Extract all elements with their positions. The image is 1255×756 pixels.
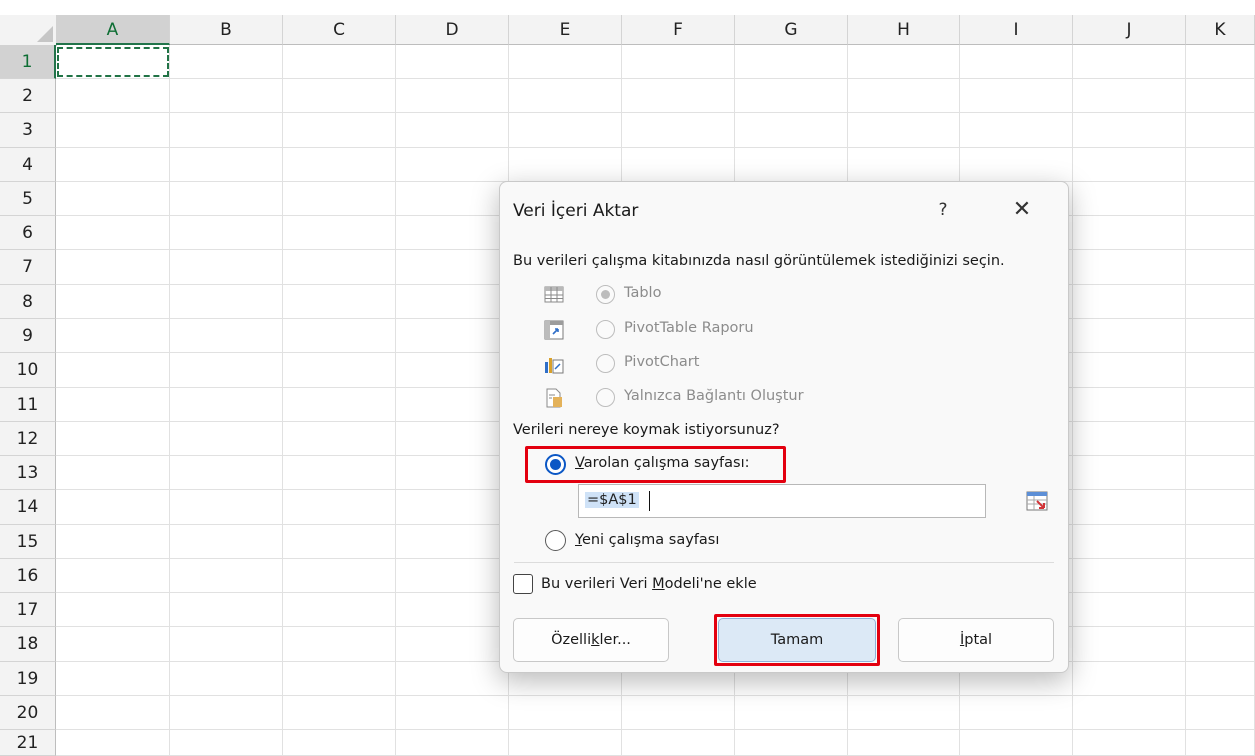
row-header-7[interactable]: 7 <box>0 250 56 285</box>
row-header-18[interactable]: 18 <box>0 627 56 662</box>
new-sheet-label: Yeni çalışma sayfası <box>575 532 720 548</box>
row-header-12[interactable]: 12 <box>0 422 56 456</box>
properties-button[interactable]: Özellikler... <box>513 618 669 662</box>
column-gridline <box>1072 45 1073 756</box>
data-model-label: Bu verileri Veri Modeli'ne ekle <box>541 576 757 592</box>
row-header-3[interactable]: 3 <box>0 113 56 148</box>
option-pivotchart: PivotChart <box>544 352 824 376</box>
option-connection-only: Yalnızca Bağlantı Oluştur <box>544 386 864 410</box>
close-button[interactable]: ✕ <box>1008 196 1036 224</box>
row-gridline <box>56 112 1255 113</box>
column-gridline <box>282 45 283 756</box>
row-header-8[interactable]: 8 <box>0 285 56 319</box>
active-cell-a1[interactable] <box>57 47 169 77</box>
range-input-value: =$A$1 <box>585 492 639 508</box>
row-gridline <box>56 729 1255 730</box>
column-header-c[interactable]: C <box>283 15 396 45</box>
pivotchart-label: PivotChart <box>624 354 700 370</box>
row-header-5[interactable]: 5 <box>0 182 56 216</box>
range-input[interactable]: =$A$1 <box>578 484 1048 518</box>
column-header-e[interactable]: E <box>509 15 622 45</box>
location-prompt-label: Verileri nereye koymak istiyorsunuz? <box>513 422 780 438</box>
row-header-21[interactable]: 21 <box>0 730 56 756</box>
highlight-frame-existing-sheet <box>525 446 786 483</box>
tablo-label: Tablo <box>624 285 662 301</box>
column-header-d[interactable]: D <box>396 15 509 45</box>
row-header-19[interactable]: 19 <box>0 662 56 696</box>
column-header-g[interactable]: G <box>735 15 848 45</box>
connection-only-icon <box>546 388 562 408</box>
row-gridline <box>56 78 1255 79</box>
table-icon <box>544 286 564 303</box>
row-header-1[interactable]: 1 <box>0 45 56 79</box>
row-header-17[interactable]: 17 <box>0 593 56 627</box>
pivottable-icon <box>544 320 564 340</box>
connection-only-label: Yalnızca Bağlantı Oluştur <box>624 388 804 404</box>
pivotchart-icon <box>545 358 564 374</box>
column-gridline <box>1185 45 1186 756</box>
select-all-corner[interactable] <box>0 15 57 46</box>
separator <box>514 562 1054 563</box>
column-header-k[interactable]: K <box>1186 15 1255 45</box>
view-prompt-label: Bu verileri çalışma kitabınızda nasıl gö… <box>513 253 1005 269</box>
highlight-frame-ok-button <box>714 614 880 666</box>
pivottable-label: PivotTable Raporu <box>624 320 754 336</box>
column-gridline <box>169 45 170 756</box>
row-gridline <box>56 147 1255 148</box>
row-header-6[interactable]: 6 <box>0 216 56 250</box>
row-header-11[interactable]: 11 <box>0 388 56 422</box>
row-header-14[interactable]: 14 <box>0 490 56 525</box>
dialog-title: Veri İçeri Aktar <box>513 201 639 221</box>
connection-only-radio[interactable] <box>596 388 615 407</box>
option-table: Tablo <box>544 283 744 307</box>
row-header-20[interactable]: 20 <box>0 696 56 730</box>
text-caret <box>649 491 650 511</box>
column-header-a[interactable]: A <box>56 15 170 45</box>
row-header-10[interactable]: 10 <box>0 353 56 388</box>
option-pivottable: PivotTable Raporu <box>544 318 824 342</box>
column-header-b[interactable]: B <box>170 15 283 45</box>
row-header-4[interactable]: 4 <box>0 148 56 182</box>
row-header-13[interactable]: 13 <box>0 456 56 490</box>
row-header-9[interactable]: 9 <box>0 319 56 353</box>
column-header-j[interactable]: J <box>1073 15 1186 45</box>
column-header-h[interactable]: H <box>848 15 960 45</box>
row-gridline <box>56 695 1255 696</box>
column-header-f[interactable]: F <box>622 15 735 45</box>
row-header-2[interactable]: 2 <box>0 79 56 113</box>
row-header-16[interactable]: 16 <box>0 559 56 593</box>
pivottable-radio[interactable] <box>596 320 615 339</box>
column-gridline <box>395 45 396 756</box>
cancel-button[interactable]: İptal <box>898 618 1054 662</box>
select-all-triangle-icon <box>37 26 53 42</box>
pivotchart-radio[interactable] <box>596 354 615 373</box>
import-data-dialog: Veri İçeri Aktar ? ✕ Bu verileri çalışma… <box>499 181 1069 673</box>
new-sheet-radio[interactable] <box>545 530 566 551</box>
row-header-15[interactable]: 15 <box>0 525 56 559</box>
range-picker-icon[interactable] <box>1026 491 1048 511</box>
tablo-radio[interactable] <box>596 285 615 304</box>
column-header-i[interactable]: I <box>960 15 1073 45</box>
data-model-checkbox[interactable] <box>513 574 533 594</box>
new-sheet-option[interactable]: Yeni çalışma sayfası <box>545 530 775 554</box>
help-button[interactable]: ? <box>931 197 955 223</box>
